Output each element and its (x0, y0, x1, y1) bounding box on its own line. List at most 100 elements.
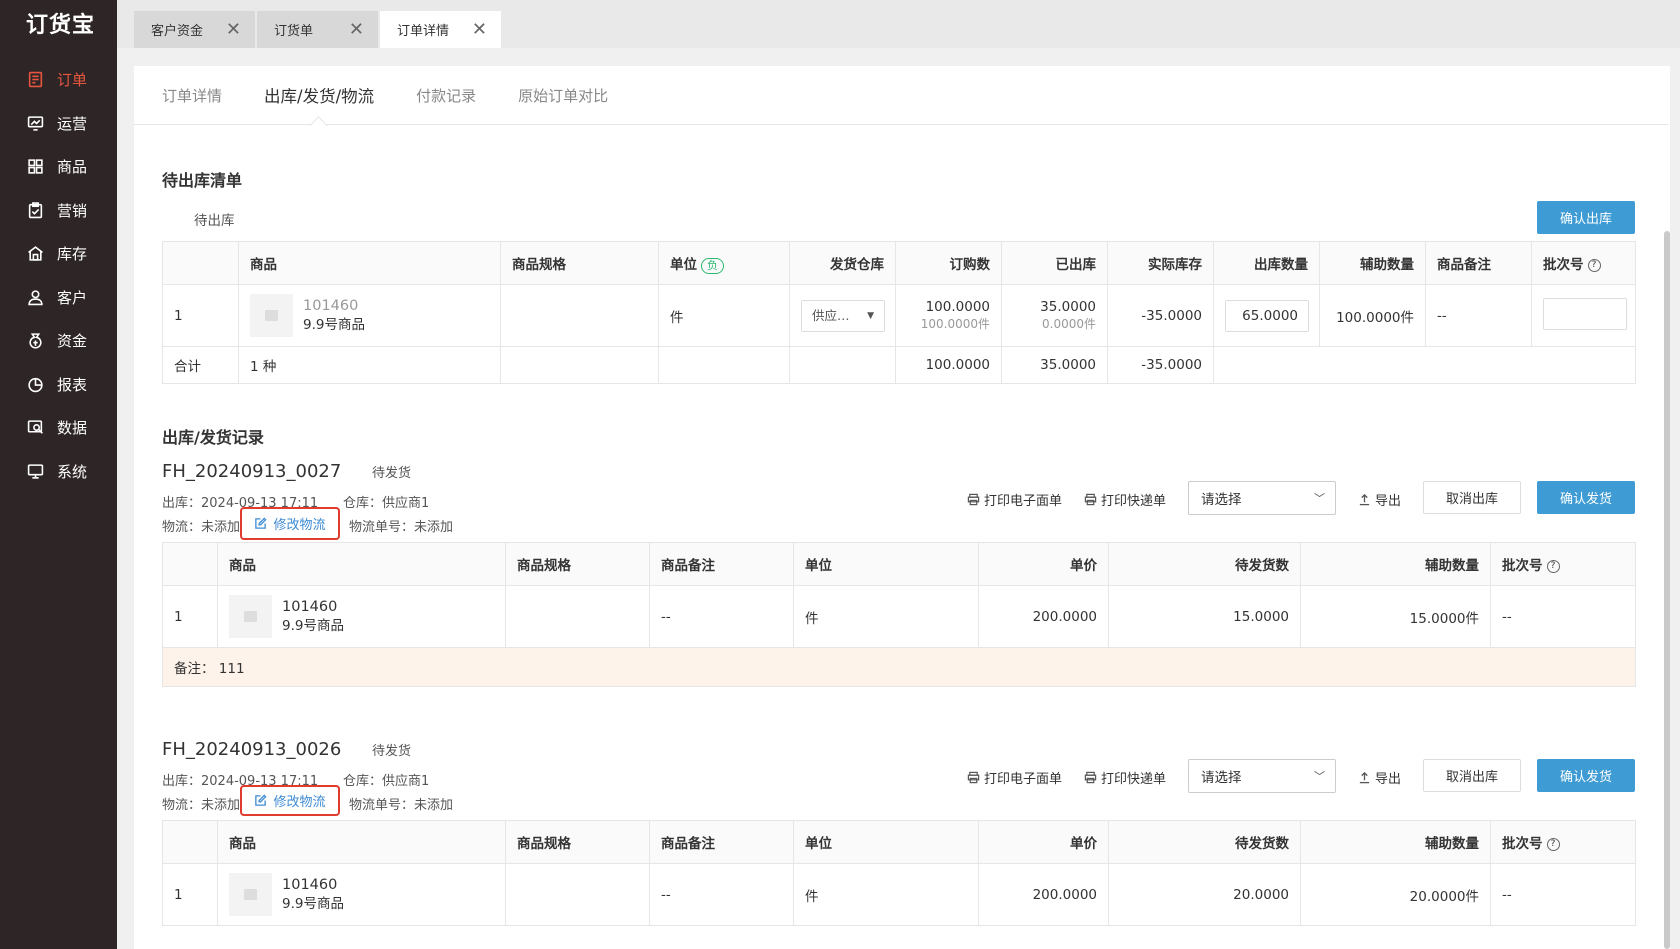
sidebar-item-product[interactable]: 商品 (0, 145, 117, 189)
col-spec: 商品规格 (505, 542, 650, 586)
order-icon (28, 72, 43, 88)
col-batch-label: 批次号 (1502, 558, 1543, 574)
pending-title: 待出库清单 (162, 171, 243, 190)
sidebar-item-funds[interactable]: 资金 (0, 319, 117, 363)
col-stock: 实际库存 (1107, 241, 1214, 285)
close-icon[interactable]: ✕ (349, 20, 364, 39)
product-image (250, 294, 293, 337)
edit-icon (255, 794, 268, 806)
product-name: 9.9号商品 (282, 618, 344, 634)
col-pending-qty: 待发货数 (1108, 820, 1301, 864)
print-e-sheet-button[interactable]: 打印电子面单 (967, 768, 1062, 787)
sidebar-item-system[interactable]: 系统 (0, 450, 117, 494)
col-price: 单价 (978, 820, 1109, 864)
spec-cell (505, 585, 650, 648)
table-row: 1 101460 9.9号商品 件 供应… ▼ 100.0000 100.0000件 … (162, 284, 1636, 347)
confirm-out-button[interactable]: 确认出库 (1537, 201, 1635, 234)
sidebar-item-label: 运营 (57, 114, 88, 133)
warehouse-select[interactable]: 供应… ▼ (801, 299, 885, 332)
print-e-sheet-button[interactable]: 打印电子面单 (967, 490, 1062, 509)
export-button[interactable]: 导出 (1358, 768, 1401, 787)
tab-order-detail[interactable]: 订单详情 ✕ (380, 11, 501, 48)
main-panel: 订单详情 出库/发货/物流 付款记录 原始订单对比 待出库清单 待出库 确认出库… (134, 66, 1670, 949)
customer-icon (28, 290, 43, 305)
app-logo: 订货宝 (26, 13, 96, 38)
pending-table: 商品 商品规格 单位负 发货仓库 订购数 已出库 实际库存 出库数量 辅助数量 … (162, 241, 1636, 384)
product-code: 101460 (282, 599, 338, 615)
confirm-ship-button[interactable]: 确认发货 (1537, 481, 1635, 514)
funds-icon (29, 333, 42, 349)
subtab-original-compare[interactable]: 原始订单对比 (518, 66, 608, 125)
tab-customer-funds[interactable]: 客户资金 ✕ (134, 11, 255, 48)
total-row: 合计 1 种 100.0000 35.0000 -35.0000 (162, 346, 1636, 384)
col-batch-label: 批次号 (1543, 257, 1584, 273)
total-label: 合计 (162, 346, 239, 384)
pending-subtitle: 待出库 (194, 213, 235, 229)
sidebar-item-customer[interactable]: 客户 (0, 276, 117, 320)
tab-label: 客户资金 (151, 24, 204, 39)
chevron-down-icon: ﹀ (1314, 770, 1325, 783)
inventory-icon (28, 246, 43, 261)
unit-cell: 件 (793, 863, 979, 926)
print-express-button[interactable]: 打印快递单 (1084, 490, 1166, 509)
product-image (229, 873, 272, 916)
subtab-shipping[interactable]: 出库/发货/物流 (264, 66, 374, 125)
sub-tabs: 订单详情 出库/发货/物流 付款记录 原始订单对比 (134, 66, 1668, 125)
unit-cell: 件 (793, 585, 979, 648)
record-status: 待发货 (372, 744, 412, 759)
product-icon (28, 159, 43, 174)
sidebar-item-label: 商品 (57, 158, 88, 177)
sidebar-item-label: 营销 (57, 201, 88, 220)
product-code: 101460 (303, 298, 359, 314)
sidebar-item-report[interactable]: 报表 (0, 363, 117, 407)
qty-cell: 15.0000 (1108, 585, 1301, 648)
edit-logistics-button[interactable]: 修改物流 (240, 507, 340, 540)
remark-cell: -- (1425, 284, 1532, 347)
aux-cell: 20.0000件 (1300, 863, 1491, 926)
edit-logistics-button[interactable]: 修改物流 (240, 785, 340, 816)
export-label: 导出 (1375, 772, 1402, 787)
note-text: 111 (218, 661, 245, 677)
help-icon[interactable]: ? (1587, 258, 1601, 272)
records-title: 出库/发货记录 (162, 428, 264, 447)
col-unit: 单位负 (658, 241, 790, 285)
col-unit: 单位 (793, 820, 979, 864)
sidebar-item-operation[interactable]: 运营 (0, 102, 117, 146)
print-express-button[interactable]: 打印快递单 (1084, 768, 1166, 787)
sidebar-item-marketing[interactable]: 营销 (0, 189, 117, 233)
sidebar-item-label: 报表 (57, 375, 88, 394)
close-icon[interactable]: ✕ (472, 20, 487, 39)
cancel-out-button[interactable]: 取消出库 (1423, 759, 1521, 792)
subtab-payment-records[interactable]: 付款记录 (416, 66, 476, 125)
record-logistics: 物流：未添加 (162, 798, 241, 813)
product-image (229, 595, 272, 638)
courier-select[interactable]: 请选择 ﹀ (1188, 759, 1336, 793)
sidebar-item-order[interactable]: 订单 (0, 58, 117, 102)
record-id: FH_20240913_0027 (162, 461, 342, 482)
confirm-ship-button[interactable]: 确认发货 (1537, 759, 1635, 792)
data-icon (27, 420, 43, 435)
remark-cell: -- (649, 585, 794, 648)
total-ordered: 100.0000 (895, 346, 1002, 384)
tab-order-list[interactable]: 订货单 ✕ (257, 11, 378, 48)
scrollbar[interactable] (1664, 231, 1670, 949)
close-icon[interactable]: ✕ (226, 20, 241, 39)
subtab-order-detail[interactable]: 订单详情 (162, 66, 222, 125)
table-header: 商品 商品规格 单位负 发货仓库 订购数 已出库 实际库存 出库数量 辅助数量 … (162, 241, 1636, 285)
help-icon[interactable]: ? (1546, 837, 1560, 851)
ordered-value: 100.0000 (925, 299, 990, 315)
export-button[interactable]: 导出 (1358, 490, 1401, 509)
cancel-out-button[interactable]: 取消出库 (1423, 481, 1521, 514)
batch-input[interactable] (1543, 297, 1627, 330)
out-qty-input[interactable]: 65.0000 (1225, 299, 1309, 332)
help-icon[interactable]: ? (1546, 559, 1560, 573)
print-e-label: 打印电子面单 (984, 494, 1063, 509)
qty-cell: 20.0000 (1108, 863, 1301, 926)
col-aux: 辅助数量 (1300, 820, 1491, 864)
total-kinds: 1 种 (238, 346, 501, 384)
courier-select[interactable]: 请选择 ﹀ (1188, 481, 1336, 515)
sidebar-item-data[interactable]: 数据 (0, 406, 117, 450)
courier-select-value: 请选择 (1201, 770, 1242, 786)
sidebar-item-inventory[interactable]: 库存 (0, 232, 117, 276)
ordered-cell: 100.0000 100.0000件 (895, 284, 1002, 347)
